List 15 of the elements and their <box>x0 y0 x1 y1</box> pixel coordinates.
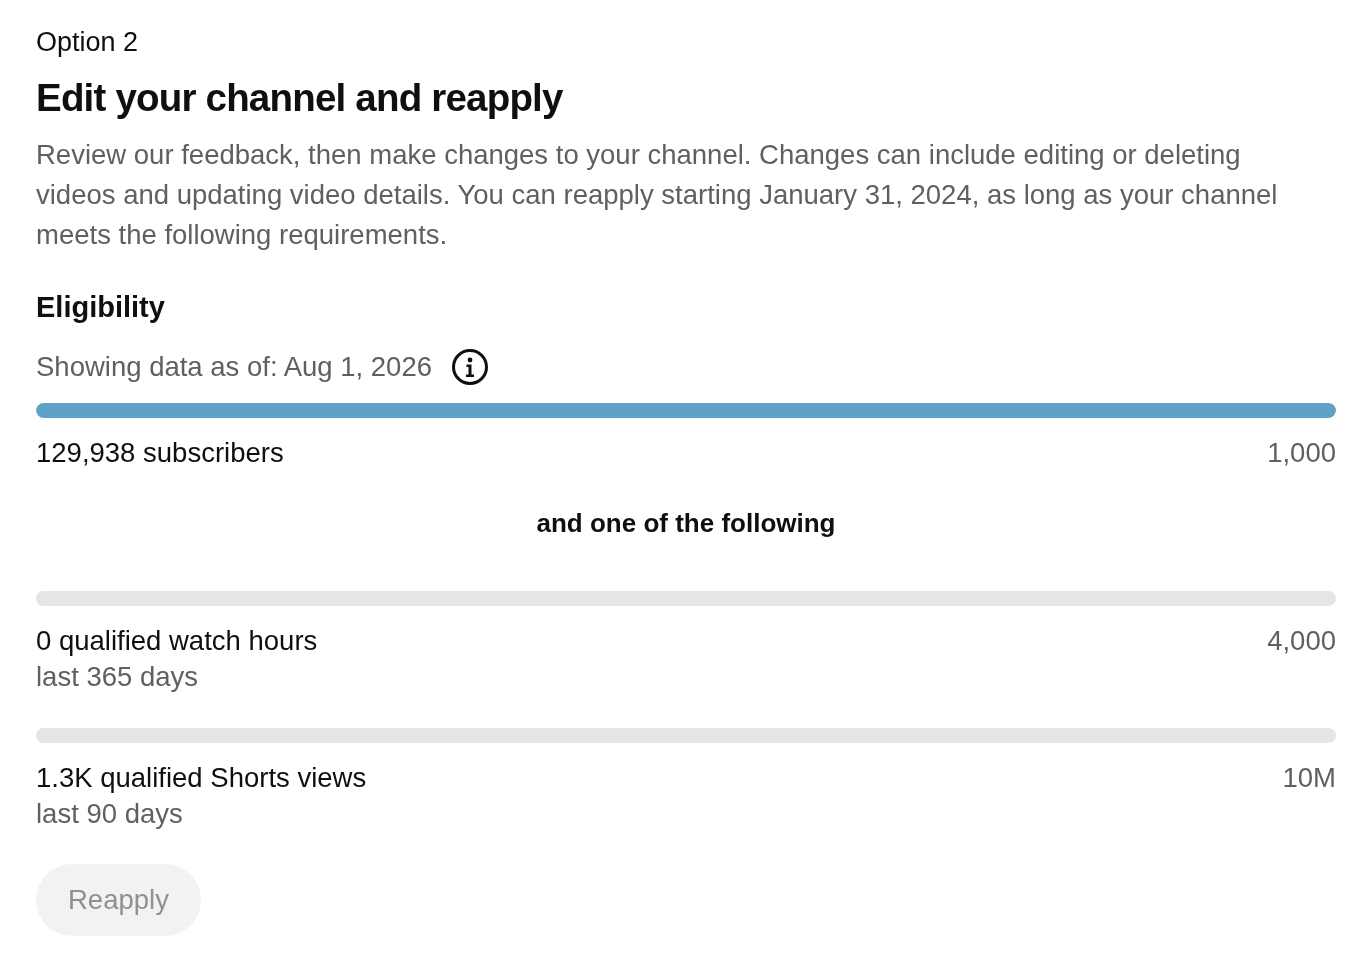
metric-period: last 90 days <box>36 797 183 831</box>
metric-target: 4,000 <box>1267 624 1336 658</box>
eligibility-heading: Eligibility <box>36 290 165 325</box>
data-date-text: Showing data as of: Aug 1, 2026 <box>36 350 432 385</box>
separator-text: and one of the following <box>536 507 836 540</box>
metric-label: 0 qualified watch hours <box>36 624 318 658</box>
metric-period: last 365 days <box>36 660 199 694</box>
option-label: Option 2 <box>36 26 139 58</box>
metric-target: 10M <box>1282 761 1336 795</box>
info-icon[interactable] <box>452 349 488 385</box>
metric-label: 1.3K qualified Shorts views <box>36 761 367 795</box>
section-title: Edit your channel and reapply <box>36 75 563 121</box>
description-text: Review our feedback, then make changes to your channel. Changes can include editing or deleting videos and updating video details. You can reapply starting January 31, 2024, as long as your channel meets the following requirements. <box>36 138 1279 252</box>
metric-label: 129,938 subscribers <box>36 436 284 470</box>
metric-target: 1,000 <box>1267 436 1336 470</box>
